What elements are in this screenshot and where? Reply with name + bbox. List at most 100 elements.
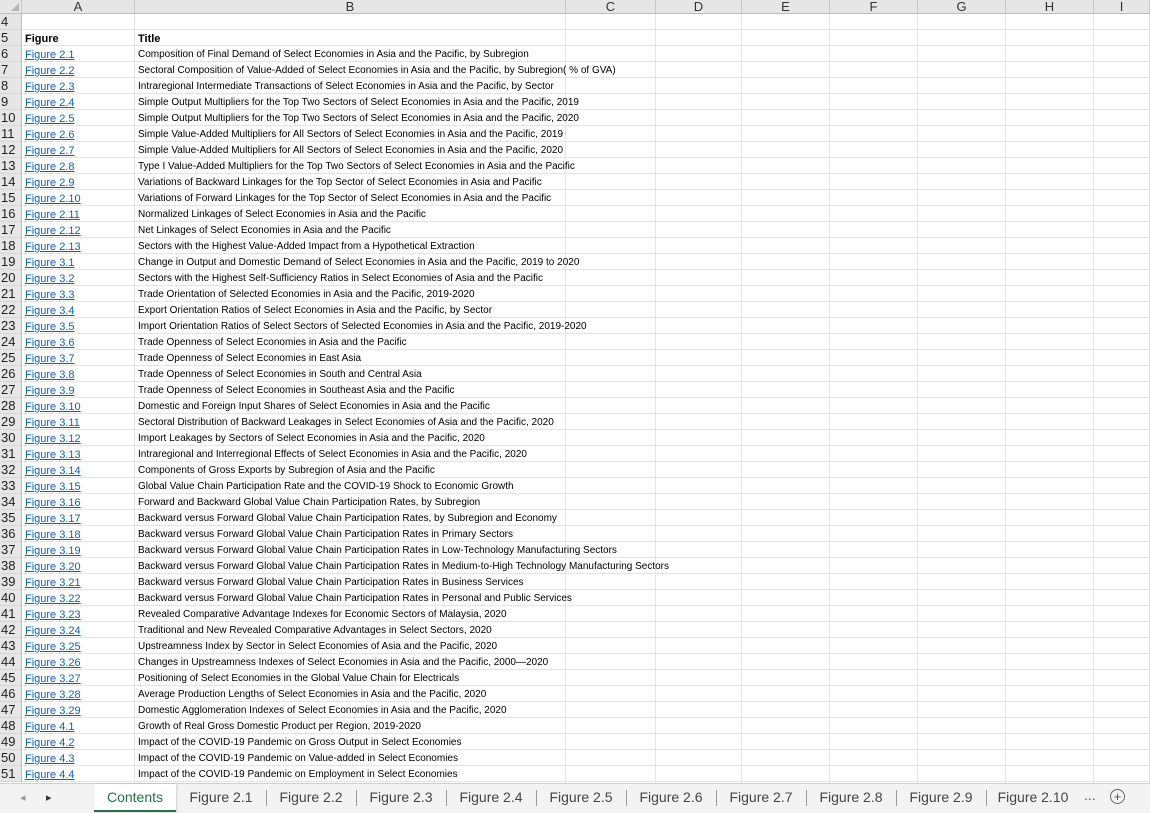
more-tabs-icon[interactable]: ...: [1084, 787, 1096, 803]
figure-title-cell[interactable]: Trade Openness of Select Economies in So…: [138, 383, 454, 399]
sheet-tab[interactable]: Figure 2.10: [986, 784, 1080, 810]
sheet-tab[interactable]: Figure 2.6: [626, 784, 716, 810]
row-header[interactable]: 26: [0, 366, 22, 382]
figure-link[interactable]: Figure 3.18: [25, 527, 81, 543]
row-header[interactable]: 30: [0, 430, 22, 446]
figure-link[interactable]: Figure 3.24: [25, 623, 81, 639]
figure-title-cell[interactable]: Trade Orientation of Selected Economies …: [138, 287, 475, 303]
figure-title-cell[interactable]: Trade Openness of Select Economies in Ea…: [138, 351, 361, 367]
next-sheet-icon[interactable]: ▸: [46, 791, 52, 804]
column-header-a[interactable]: A: [22, 0, 135, 14]
figure-title-cell[interactable]: Impact of the COVID-19 Pandemic on Emplo…: [138, 767, 458, 783]
figure-title-cell[interactable]: Backward versus Forward Global Value Cha…: [138, 511, 557, 527]
figure-title-cell[interactable]: Simple Output Multipliers for the Top Tw…: [138, 95, 579, 111]
row-header[interactable]: 21: [0, 286, 22, 302]
figure-link[interactable]: Figure 3.15: [25, 479, 81, 495]
row-header[interactable]: 13: [0, 158, 22, 174]
figure-title-cell[interactable]: Net Linkages of Select Economies in Asia…: [138, 223, 391, 239]
figure-link[interactable]: Figure 3.13: [25, 447, 81, 463]
figure-link[interactable]: Figure 3.26: [25, 655, 81, 671]
figure-title-cell[interactable]: Change in Output and Domestic Demand of …: [138, 255, 579, 271]
row-header-5[interactable]: 5: [0, 30, 22, 46]
figure-title-cell[interactable]: Import Orientation Ratios of Select Sect…: [138, 319, 587, 335]
figure-title-cell[interactable]: Import Leakages by Sectors of Select Eco…: [138, 431, 485, 447]
figure-link[interactable]: Figure 3.6: [25, 335, 75, 351]
column-header-i[interactable]: I: [1094, 0, 1150, 14]
figure-link[interactable]: Figure 3.29: [25, 703, 81, 719]
figure-link[interactable]: Figure 2.5: [25, 111, 75, 127]
row-header[interactable]: 20: [0, 270, 22, 286]
row-header[interactable]: 10: [0, 110, 22, 126]
figure-title-cell[interactable]: Normalized Linkages of Select Economies …: [138, 207, 426, 223]
figure-link[interactable]: Figure 2.11: [25, 207, 80, 223]
figure-title-cell[interactable]: Export Orientation Ratios of Select Econ…: [138, 303, 492, 319]
spreadsheet-grid[interactable]: ABCDEFGHI 4 5 6 7 8 9 10 11 12 13 14 15 16 17 18 19 20…: [0, 0, 1150, 783]
figure-link[interactable]: Figure 4.4: [25, 767, 75, 783]
column-header-h[interactable]: H: [1006, 0, 1094, 14]
figure-title-cell[interactable]: Global Value Chain Participation Rate an…: [138, 479, 514, 495]
row-header-4[interactable]: 4: [0, 14, 22, 30]
figure-title-cell[interactable]: Domestic and Foreign Input Shares of Sel…: [138, 399, 490, 415]
select-all-corner[interactable]: [0, 0, 22, 14]
figure-link[interactable]: Figure 2.2: [25, 63, 75, 79]
figure-title-cell[interactable]: Type I Value-Added Multipliers for the T…: [138, 159, 575, 175]
figure-title-cell[interactable]: Intraregional and Interregional Effects …: [138, 447, 527, 463]
figure-title-cell[interactable]: Changes in Upstreamness Indexes of Selec…: [138, 655, 548, 671]
column-header-e[interactable]: E: [742, 0, 830, 14]
sheet-tab[interactable]: Figure 2.9: [896, 784, 986, 810]
sheet-tab[interactable]: Contents: [94, 784, 176, 812]
row-header[interactable]: 38: [0, 558, 22, 574]
figure-link[interactable]: Figure 3.7: [25, 351, 75, 367]
row-header[interactable]: 46: [0, 686, 22, 702]
figure-title-cell[interactable]: Variations of Backward Linkages for the …: [138, 175, 542, 191]
row-header[interactable]: 45: [0, 670, 22, 686]
row-header[interactable]: 43: [0, 638, 22, 654]
figure-link[interactable]: Figure 2.4: [25, 95, 75, 111]
row-header[interactable]: 27: [0, 382, 22, 398]
figure-link[interactable]: Figure 2.3: [25, 79, 75, 95]
sheet-tab[interactable]: Figure 2.2: [266, 784, 356, 810]
figure-title-cell[interactable]: Components of Gross Exports by Subregion…: [138, 463, 435, 479]
row-header[interactable]: 9: [0, 94, 22, 110]
row-header[interactable]: 8: [0, 78, 22, 94]
cell-a5-figure-header[interactable]: Figure: [25, 31, 59, 47]
row-header[interactable]: 17: [0, 222, 22, 238]
figure-title-cell[interactable]: Simple Output Multipliers for the Top Tw…: [138, 111, 579, 127]
cell-b5-title-header[interactable]: Title: [138, 31, 160, 47]
figure-title-cell[interactable]: Sectors with the Highest Value-Added Imp…: [138, 239, 475, 255]
row-header[interactable]: 31: [0, 446, 22, 462]
figure-title-cell[interactable]: Sectors with the Highest Self-Sufficienc…: [138, 271, 543, 287]
figure-link[interactable]: Figure 3.14: [25, 463, 81, 479]
row-header[interactable]: 41: [0, 606, 22, 622]
figure-link[interactable]: Figure 3.17: [25, 511, 81, 527]
sheet-tab[interactable]: Figure 2.1: [176, 784, 266, 810]
row-header[interactable]: 25: [0, 350, 22, 366]
figure-link[interactable]: Figure 3.22: [25, 591, 81, 607]
figure-title-cell[interactable]: Average Production Lengths of Select Eco…: [138, 687, 486, 703]
figure-title-cell[interactable]: Revealed Comparative Advantage Indexes f…: [138, 607, 507, 623]
row-header[interactable]: 44: [0, 654, 22, 670]
figure-title-cell[interactable]: Impact of the COVID-19 Pandemic on Value…: [138, 751, 458, 767]
figure-link[interactable]: Figure 3.25: [25, 639, 81, 655]
figure-title-cell[interactable]: Sectoral Distribution of Backward Leakag…: [138, 415, 554, 431]
figure-link[interactable]: Figure 3.28: [25, 687, 81, 703]
figure-title-cell[interactable]: Backward versus Forward Global Value Cha…: [138, 543, 617, 559]
row-header[interactable]: 49: [0, 734, 22, 750]
row-header[interactable]: 7: [0, 62, 22, 78]
column-header-b[interactable]: B: [135, 0, 566, 14]
figure-title-cell[interactable]: Simple Value-Added Multipliers for All S…: [138, 143, 563, 159]
row-header[interactable]: 37: [0, 542, 22, 558]
figure-title-cell[interactable]: Growth of Real Gross Domestic Product pe…: [138, 719, 421, 735]
figure-link[interactable]: Figure 3.19: [25, 543, 81, 559]
row-header[interactable]: 34: [0, 494, 22, 510]
row-header[interactable]: 35: [0, 510, 22, 526]
row-header[interactable]: 16: [0, 206, 22, 222]
row-header[interactable]: 39: [0, 574, 22, 590]
row-header[interactable]: 23: [0, 318, 22, 334]
figure-title-cell[interactable]: Trade Openness of Select Economies in So…: [138, 367, 422, 383]
figure-link[interactable]: Figure 4.1: [25, 719, 75, 735]
figure-link[interactable]: Figure 2.12: [25, 223, 81, 239]
sheet-tab[interactable]: Figure 2.7: [716, 784, 806, 810]
figure-link[interactable]: Figure 2.6: [25, 127, 75, 143]
sheet-tab[interactable]: Figure 2.4: [446, 784, 536, 810]
